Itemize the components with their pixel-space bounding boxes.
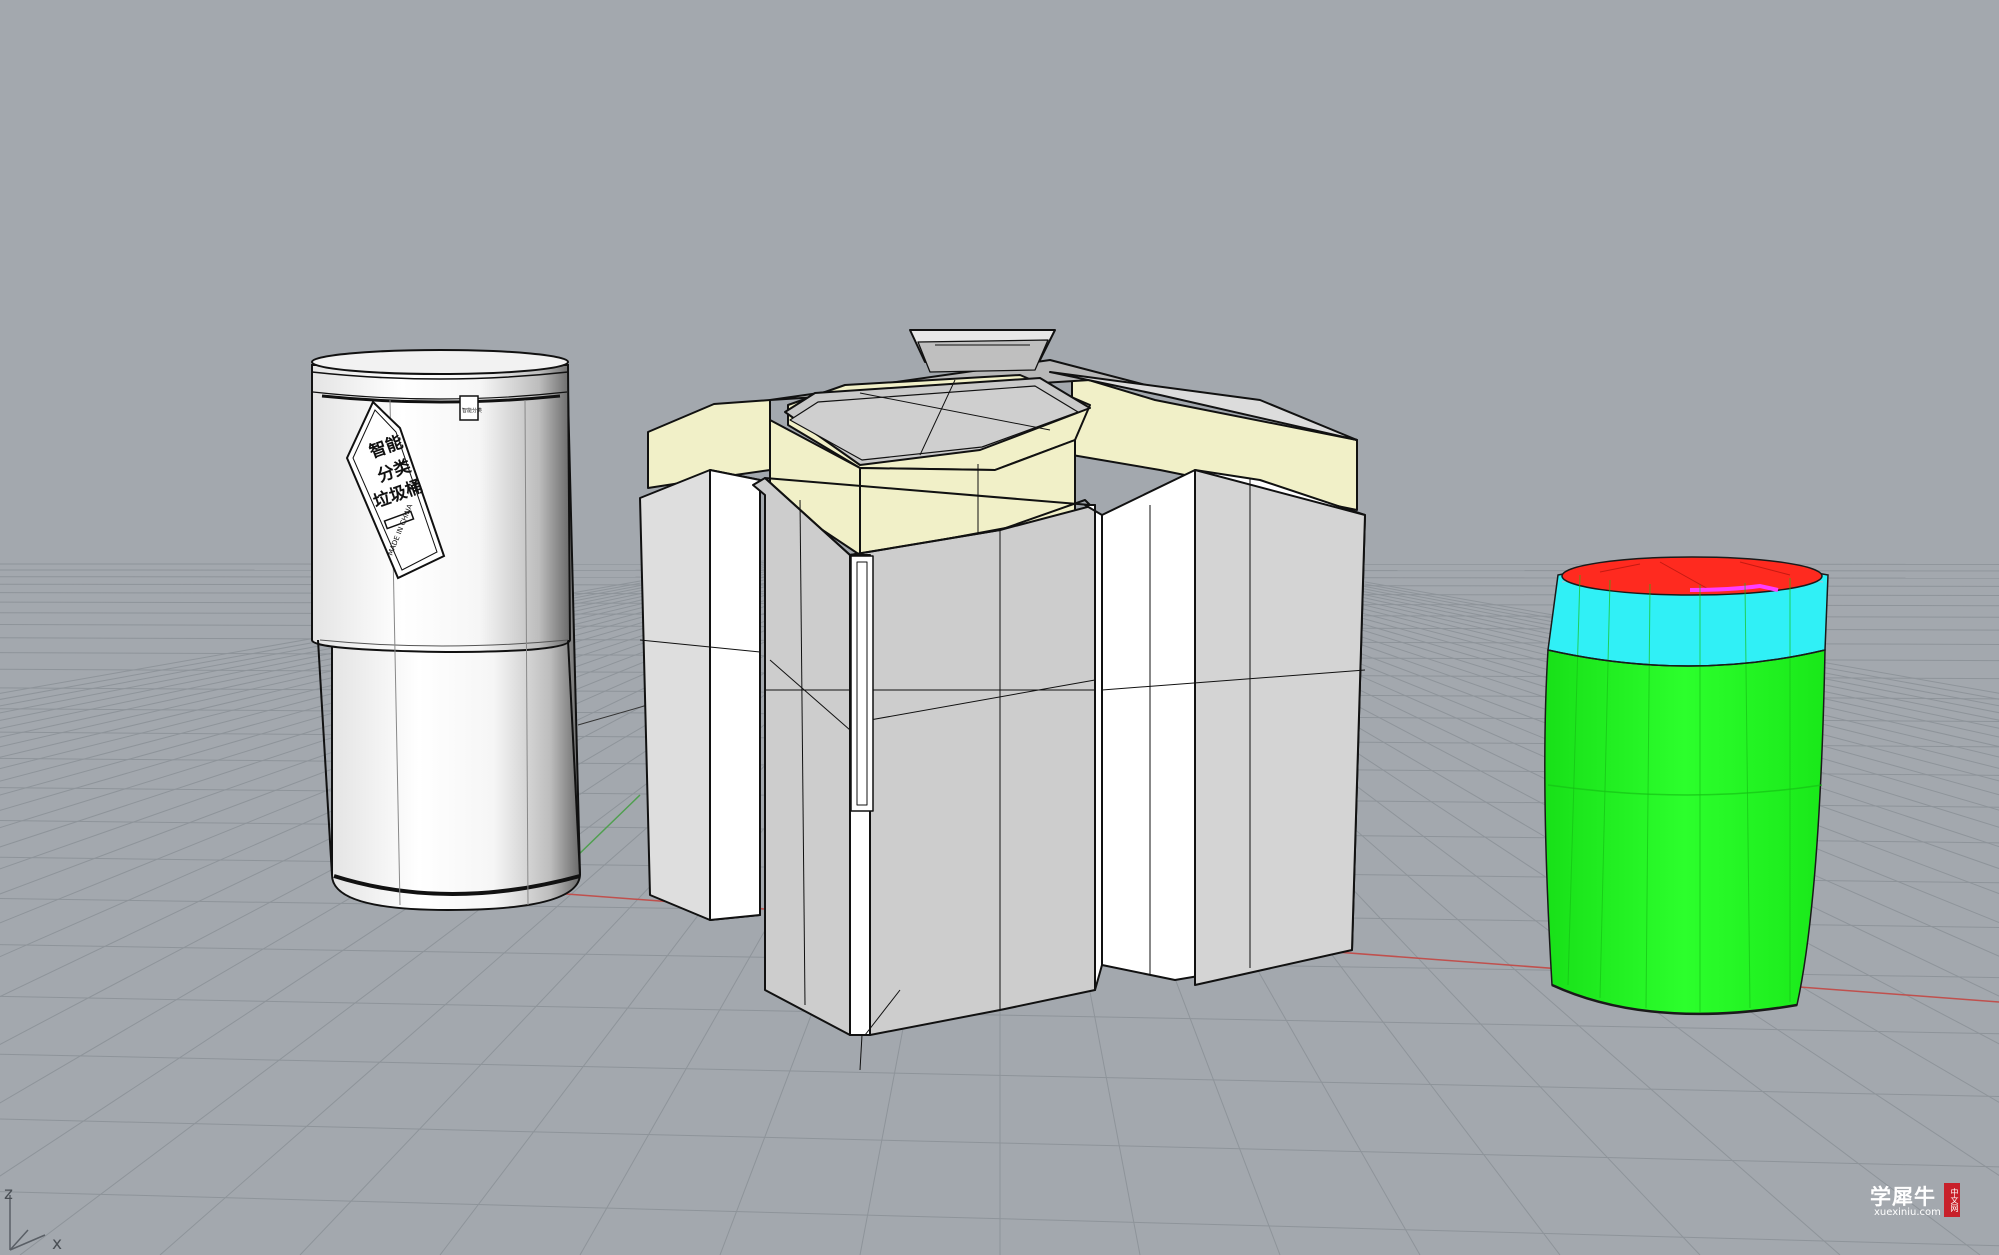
badge-text: 智能分类 [462,407,482,414]
bin-badge: 智能分类 [459,395,482,421]
viewport-scene[interactable]: 智能 分类 垃圾桶 MADE IN CHINA 智能分类 [0,0,1999,1255]
watermark-url: xuexiniu.com [1874,1207,1941,1218]
left-trash-bin[interactable]: 智能 分类 垃圾桶 MADE IN CHINA 智能分类 [311,349,582,912]
axis-x-label: x [52,1234,63,1254]
rhino-viewport[interactable]: 智能 分类 垃圾桶 MADE IN CHINA 智能分类 z x 学犀牛 xue… [0,0,1999,1255]
watermark-seal: 中文网 [1944,1183,1960,1217]
axis-z-label: z [4,1184,13,1204]
site-watermark: 学犀牛 xuexiniu.com 中文网 [1866,1181,1966,1221]
right-trash-bin[interactable] [1544,556,1829,1016]
